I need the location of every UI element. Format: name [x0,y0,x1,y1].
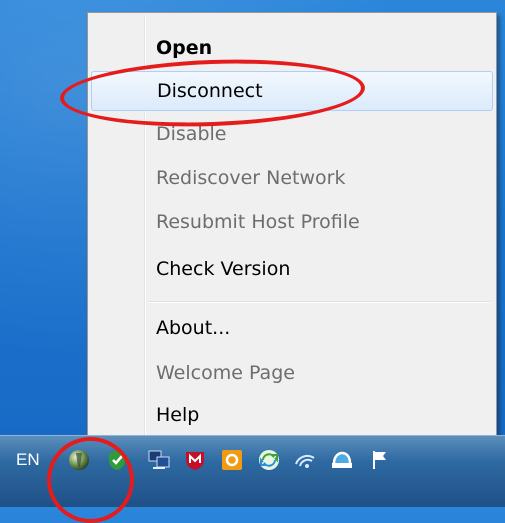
network-monitor-icon[interactable] [147,448,171,472]
cloud-icon[interactable] [330,448,354,472]
menu-item-label: About... [156,317,231,339]
menu-item-about[interactable]: About... [91,308,493,348]
annotation-ellipse-tray-icon [47,437,134,523]
menu-item-rediscover-network[interactable]: Rediscover Network [91,158,493,198]
wifi-signal-icon[interactable] [293,448,317,472]
menu-item-label: Help [156,404,200,426]
menu-item-resubmit-host-profile[interactable]: Resubmit Host Profile [91,202,493,242]
action-center-flag-icon[interactable] [367,448,391,472]
menu-item-label: Welcome Page [156,362,295,384]
outlook-icon[interactable] [220,448,244,472]
menu-item-help[interactable]: Help [91,395,493,435]
menu-item-label: Check Version [156,258,291,280]
menu-separator [148,301,490,303]
menu-item-label: Resubmit Host Profile [156,211,360,233]
sync-icon[interactable] [257,448,281,472]
menu-item-welcome-page[interactable]: Welcome Page [91,353,493,393]
menu-item-label: Open [156,37,213,59]
language-indicator[interactable]: EN [16,450,40,470]
menu-item-check-version[interactable]: Check Version [91,249,493,289]
menu-item-label: Rediscover Network [156,167,346,189]
mcafee-icon[interactable] [183,448,207,472]
